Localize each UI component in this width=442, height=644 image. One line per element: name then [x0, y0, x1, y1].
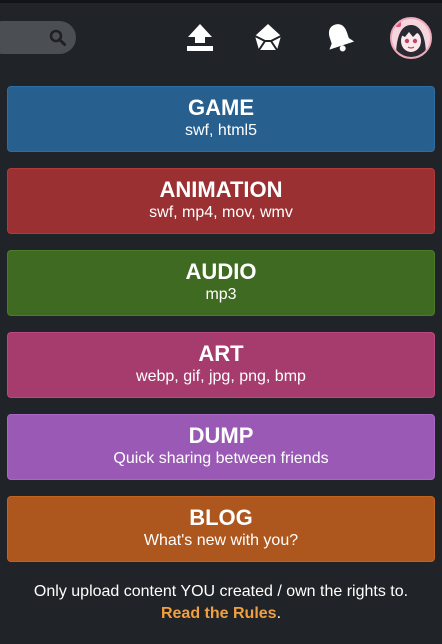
- category-title: BLOG: [189, 505, 253, 530]
- upload-panel: GAME swf, html5 ANIMATION swf, mp4, mov,…: [0, 0, 442, 644]
- avatar-image: [392, 19, 430, 57]
- notice-period: .: [276, 605, 282, 622]
- top-bar: [0, 3, 442, 79]
- category-title: DUMP: [188, 423, 254, 448]
- bell-icon: [329, 24, 355, 52]
- search-icon[interactable]: [49, 29, 66, 46]
- ownership-notice: Only upload content YOU created / own th…: [33, 583, 409, 600]
- category-title: GAME: [188, 95, 254, 120]
- search-input[interactable]: [0, 21, 76, 54]
- category-title: AUDIO: [185, 259, 257, 284]
- category-blog-button[interactable]: BLOG What's new with you?: [7, 496, 435, 562]
- upload-notice: Only upload content YOU created / own th…: [0, 581, 442, 625]
- category-title: ART: [198, 341, 244, 366]
- notifications-button[interactable]: [322, 20, 356, 54]
- category-dump-button[interactable]: DUMP Quick sharing between friends: [7, 414, 435, 480]
- avatar[interactable]: [390, 17, 432, 59]
- category-formats: swf, html5: [184, 122, 257, 139]
- read-rules-link[interactable]: Read the Rules: [161, 605, 277, 622]
- category-game-button[interactable]: GAME swf, html5: [7, 86, 435, 152]
- upload-button[interactable]: [183, 20, 217, 54]
- category-art-button[interactable]: ART webp, gif, jpg, png, bmp: [7, 332, 435, 398]
- category-formats: webp, gif, jpg, png, bmp: [136, 368, 306, 385]
- category-audio-button[interactable]: AUDIO mp3: [7, 250, 435, 316]
- upload-icon: [187, 24, 213, 51]
- category-animation-button[interactable]: ANIMATION swf, mp4, mov, wmv: [7, 168, 435, 234]
- category-formats: What's new with you?: [143, 532, 299, 549]
- messages-button[interactable]: [251, 20, 285, 54]
- category-formats: swf, mp4, mov, wmv: [149, 204, 293, 221]
- category-formats: mp3: [205, 286, 237, 303]
- category-title: ANIMATION: [159, 177, 283, 202]
- envelope-icon: [254, 24, 282, 51]
- category-formats: Quick sharing between friends: [113, 450, 329, 467]
